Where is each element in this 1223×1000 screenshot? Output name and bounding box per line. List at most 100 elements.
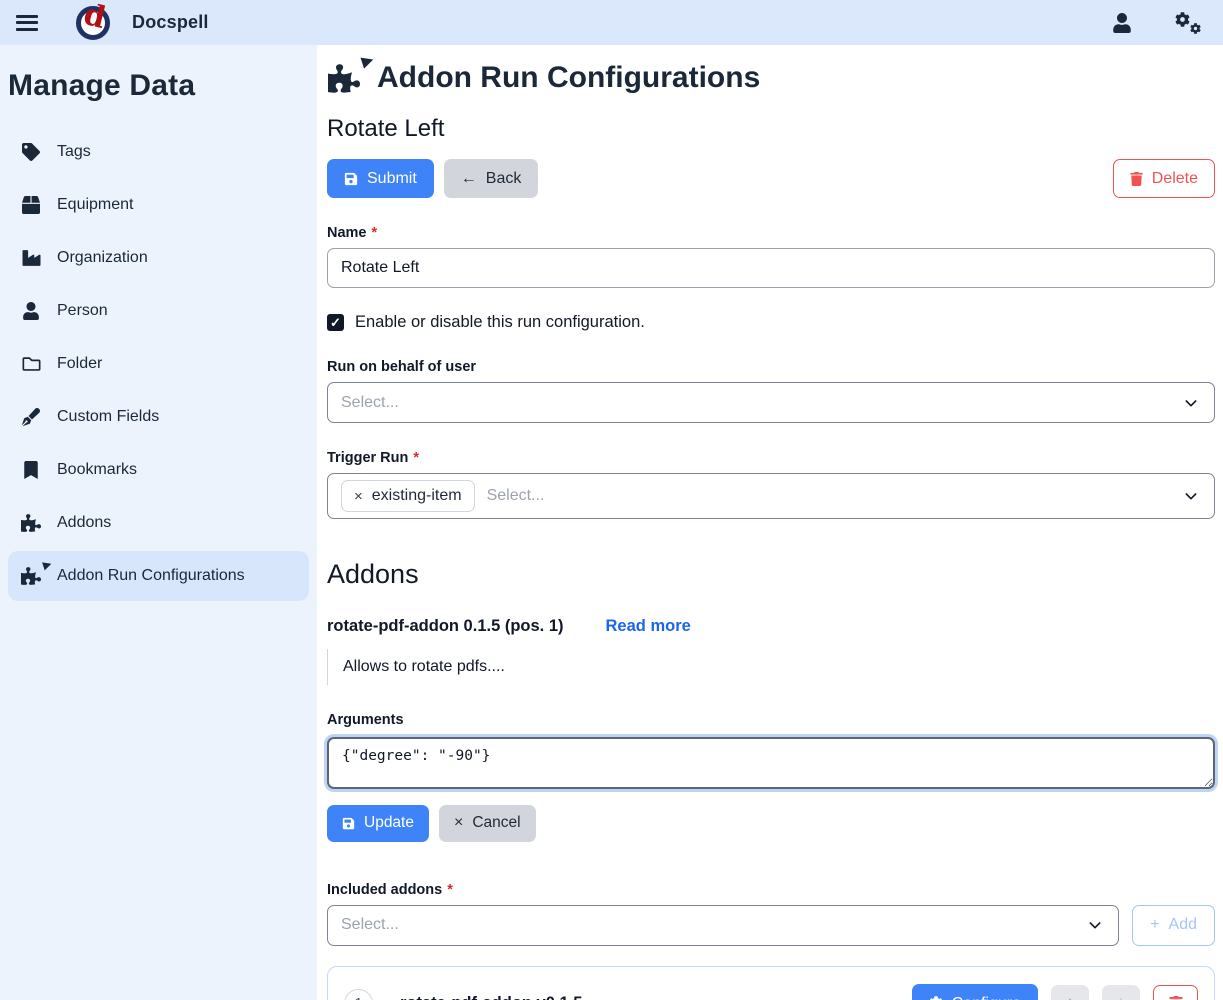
- sidebar-item-person[interactable]: Person: [8, 286, 309, 336]
- select-placeholder: Select...: [487, 487, 545, 505]
- puzzle-run-icon: ▶: [20, 567, 42, 585]
- trigger-run-label: Trigger Run *: [327, 450, 1215, 466]
- back-button-label: Back: [486, 169, 522, 188]
- run-on-behalf-select[interactable]: Select...: [327, 382, 1215, 423]
- back-button[interactable]: ← Back: [444, 159, 539, 198]
- sidebar-item-bookmarks[interactable]: Bookmarks: [8, 445, 309, 495]
- required-marker: *: [447, 882, 453, 898]
- chevron-down-icon: [1183, 395, 1199, 411]
- tag-icon: [20, 143, 42, 161]
- plus-icon: +: [1150, 917, 1159, 933]
- pen-icon: [20, 408, 42, 426]
- read-more-link[interactable]: Read more: [606, 617, 691, 636]
- sidebar-item-label: Folder: [57, 355, 102, 373]
- sidebar-item-addon-run-configurations[interactable]: ▶ Addon Run Configurations: [8, 551, 309, 601]
- check-icon: ✓: [330, 315, 341, 331]
- sidebar-item-label: Tags: [57, 143, 91, 161]
- move-up-button[interactable]: ↑: [1051, 985, 1089, 1000]
- puzzle-icon: [20, 514, 42, 532]
- move-down-button[interactable]: ↓: [1102, 985, 1140, 1000]
- delete-button-label: Delete: [1152, 169, 1198, 188]
- arguments-textarea[interactable]: {"degree": "-90"}: [327, 737, 1215, 789]
- addon-name-version: rotate-pdf-addon 0.1.5 (pos. 1): [327, 617, 564, 636]
- addon-card-actions: Configure ↑ ↓: [912, 984, 1198, 1000]
- run-on-behalf-label: Run on behalf of user: [327, 359, 1215, 375]
- brand-title: Docspell: [132, 12, 209, 33]
- included-addons-select[interactable]: Select...: [327, 905, 1119, 946]
- delete-button[interactable]: Delete: [1113, 159, 1215, 198]
- addon-position-badge: 1: [344, 989, 373, 1000]
- sidebar-title: Manage Data: [8, 69, 309, 103]
- trigger-run-select[interactable]: × existing-item Select...: [327, 473, 1215, 519]
- trash-icon: [1130, 172, 1143, 186]
- user-account-icon[interactable]: [1113, 13, 1131, 33]
- trash-icon: [1169, 996, 1183, 1000]
- back-arrow-icon: ←: [461, 171, 477, 187]
- sidebar: Manage Data Tags Equipment Organization …: [0, 45, 317, 1000]
- top-navbar: d Docspell: [0, 0, 1223, 45]
- included-addon-name: rotate-pdf-addon v0.1.5: [400, 994, 582, 1000]
- page-title: ▶ Addon Run Configurations: [327, 61, 1215, 95]
- puzzle-run-icon: ▶: [327, 64, 361, 93]
- submit-button[interactable]: Submit: [327, 159, 434, 198]
- sidebar-item-addons[interactable]: Addons: [8, 498, 309, 548]
- enable-checkbox[interactable]: ✓: [327, 314, 344, 331]
- sidebar-item-label: Addon Run Configurations: [57, 567, 245, 585]
- cancel-button-label: Cancel: [472, 814, 520, 833]
- remove-chip-icon[interactable]: ×: [354, 488, 363, 505]
- add-button-label: Add: [1169, 916, 1197, 934]
- sidebar-item-label: Addons: [57, 514, 111, 532]
- trigger-chip-existing-item[interactable]: × existing-item: [341, 480, 475, 512]
- remove-addon-button[interactable]: [1153, 985, 1198, 1000]
- docspell-logo[interactable]: d: [76, 6, 110, 40]
- sidebar-item-folder[interactable]: Folder: [8, 339, 309, 389]
- add-addon-button[interactable]: + Add: [1132, 905, 1215, 946]
- select-placeholder: Select...: [341, 916, 399, 934]
- play-overlay-icon: ▶: [41, 557, 53, 572]
- addon-description: Allows to rotate pdfs....: [327, 649, 1215, 685]
- addon-title-row: rotate-pdf-addon 0.1.5 (pos. 1) Read mor…: [327, 617, 1215, 636]
- save-icon: [344, 172, 358, 186]
- box-icon: [20, 196, 42, 214]
- main-content: ▶ Addon Run Configurations Rotate Left S…: [317, 45, 1223, 1000]
- name-field-label: Name *: [327, 225, 1215, 241]
- menu-hamburger-icon[interactable]: [16, 15, 38, 31]
- gear-icon: [929, 996, 943, 1000]
- select-placeholder: Select...: [341, 394, 399, 412]
- included-addons-label: Included addons *: [327, 882, 1215, 898]
- config-name-subtitle: Rotate Left: [327, 115, 1215, 143]
- settings-cogs-icon[interactable]: [1175, 12, 1201, 34]
- bookmark-icon: [20, 461, 42, 479]
- sidebar-item-equipment[interactable]: Equipment: [8, 180, 309, 230]
- cancel-x-icon: ×: [454, 815, 463, 831]
- update-button-label: Update: [364, 814, 414, 833]
- folder-icon: [20, 355, 42, 373]
- sidebar-item-custom-fields[interactable]: Custom Fields: [8, 392, 309, 442]
- chip-label: existing-item: [372, 487, 462, 505]
- save-icon: [342, 817, 355, 830]
- sidebar-item-organization[interactable]: Organization: [8, 233, 309, 283]
- page-title-text: Addon Run Configurations: [377, 61, 760, 95]
- down-arrow-icon: ↓: [1117, 993, 1126, 1000]
- chevron-down-icon: [1087, 917, 1103, 933]
- sidebar-item-label: Organization: [57, 249, 148, 267]
- logo-letter: d: [81, 0, 109, 34]
- toolbar: Submit ← Back Delete: [327, 159, 1215, 198]
- sidebar-item-tags[interactable]: Tags: [8, 127, 309, 177]
- arguments-actions: Update × Cancel: [327, 805, 1215, 842]
- enable-checkbox-label: Enable or disable this run configuration…: [355, 313, 645, 332]
- name-input[interactable]: [327, 248, 1215, 288]
- required-marker: *: [413, 450, 419, 466]
- update-button[interactable]: Update: [327, 805, 429, 842]
- sidebar-item-label: Equipment: [57, 196, 134, 214]
- chevron-down-icon: [1183, 488, 1199, 504]
- configure-button[interactable]: Configure: [912, 984, 1038, 1000]
- included-addons-row: Select... + Add: [327, 905, 1215, 946]
- arguments-label: Arguments: [327, 712, 1215, 728]
- person-icon: [20, 302, 42, 320]
- sidebar-item-label: Bookmarks: [57, 461, 137, 479]
- play-overlay-icon: ▶: [360, 50, 376, 69]
- cancel-button[interactable]: × Cancel: [439, 805, 536, 842]
- factory-icon: [20, 249, 42, 267]
- addons-section-heading: Addons: [327, 559, 1215, 590]
